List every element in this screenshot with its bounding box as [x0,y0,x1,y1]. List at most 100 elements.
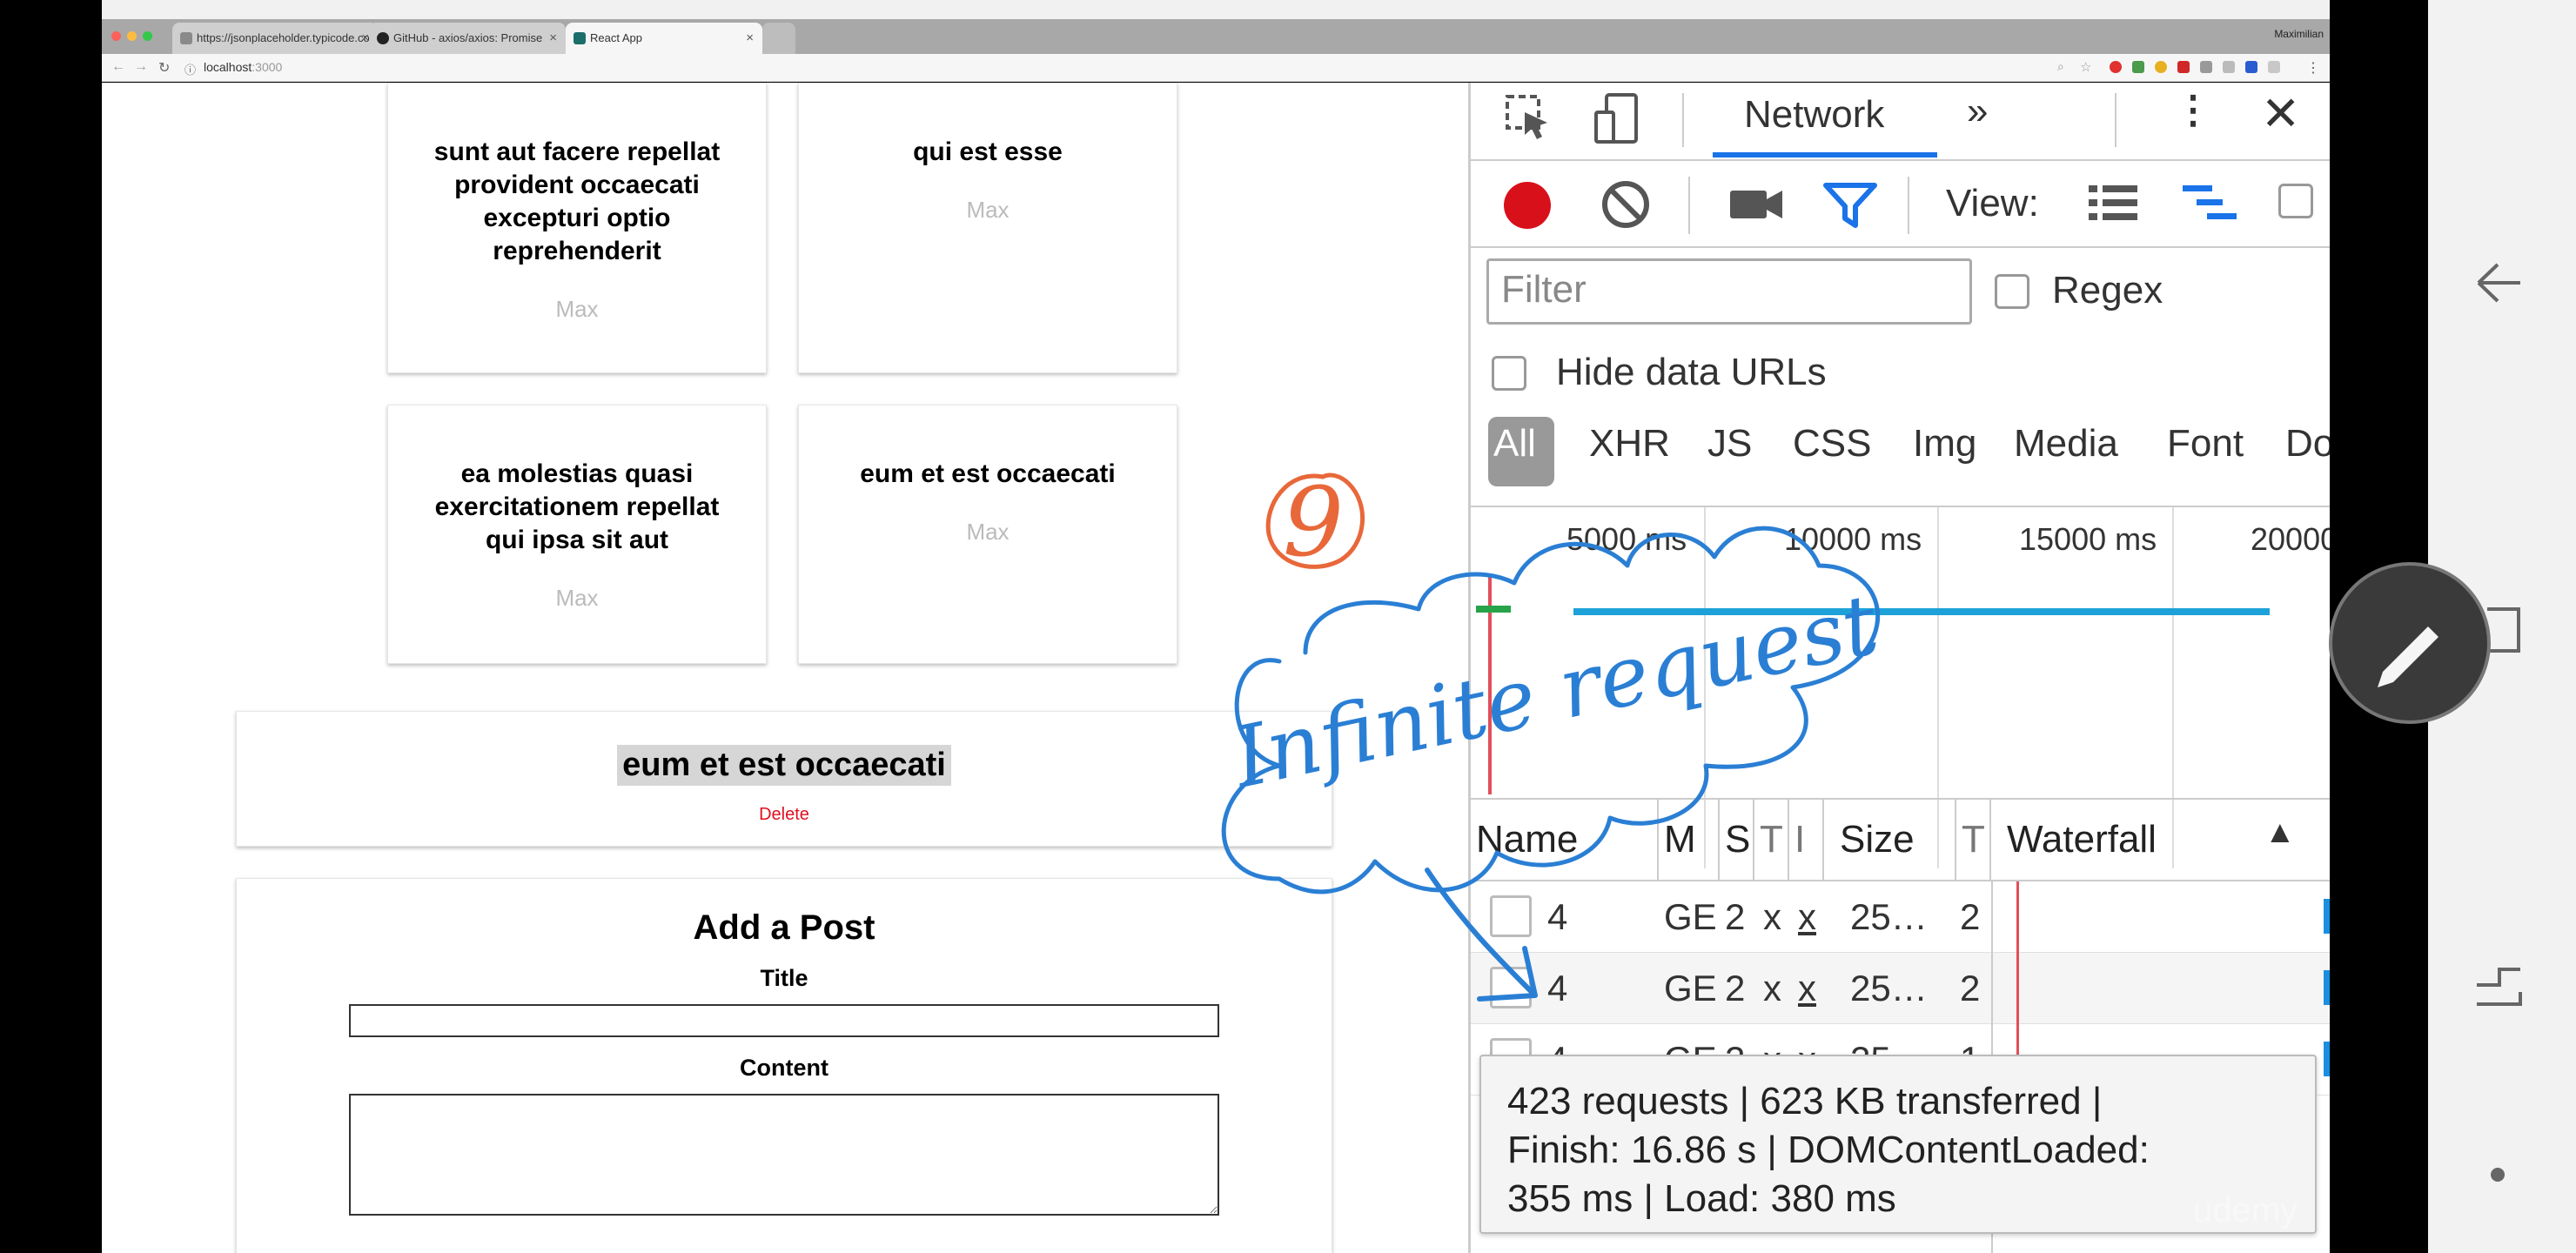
close-icon[interactable]: × [361,23,369,54]
type-filter-img[interactable]: Img [1913,422,1976,466]
group-by-frame-checkbox[interactable] [2278,184,2313,218]
post-title: qui est esse [913,137,1063,166]
screenshot-camera-icon[interactable] [1728,185,1784,224]
more-tabs-icon[interactable]: » [1967,90,1988,133]
forward-icon[interactable]: → [134,59,148,75]
type-filter-all[interactable]: All [1493,422,1536,466]
url-field[interactable]: localhost:3000 [204,60,282,74]
waterfall-bar [2324,970,2330,1005]
column-initiator[interactable]: I [1789,798,1824,881]
post-title: ea molestias quasi exercitationem repell… [434,459,720,554]
post-card[interactable]: eum et est occaecati Max [798,405,1177,664]
close-icon[interactable]: × [746,23,754,54]
title-input[interactable] [349,1004,1219,1037]
cell-size: 25… [1850,968,1928,1008]
tab-jsonplaceholder[interactable]: https://jsonplaceholder.typicode.com × [172,23,378,54]
close-window-button[interactable] [111,31,121,41]
record-icon[interactable] [1500,178,1554,232]
assist-dot-icon[interactable] [2489,1166,2506,1183]
tab-label: React App [590,31,642,44]
post-author: Max [966,197,1010,223]
large-rows-icon[interactable] [2087,182,2139,225]
type-filter-css[interactable]: CSS [1793,422,1871,466]
cell-status: 2 [1725,896,1746,937]
post-card[interactable]: qui est esse Max [798,83,1177,373]
url-port: :3000 [252,60,283,74]
content-textarea[interactable] [349,1094,1219,1216]
cell-method: GET [1664,896,1716,937]
column-size[interactable]: Size [1824,798,1956,881]
address-bar [102,54,2330,82]
profile-name[interactable]: Maximilian [2274,28,2324,40]
tab-github[interactable]: GitHub - axios/axios: Promise × [369,23,566,54]
extension-icon[interactable] [2155,61,2167,73]
post-author: Max [966,519,1010,545]
star-icon[interactable]: ☆ [2080,59,2091,75]
zoom-icon[interactable]: ⌕ [2057,59,2064,74]
reload-icon[interactable]: ↻ [158,59,170,77]
cell-initiator[interactable]: x [1798,953,1816,1024]
regex-checkbox[interactable] [1995,274,2029,309]
inspect-element-icon[interactable] [1504,93,1553,142]
post-card[interactable]: sunt aut facere repellat provident occae… [387,83,767,373]
extension-icon[interactable] [2268,61,2280,73]
close-devtools-icon[interactable]: ✕ [2261,86,2300,141]
filter-input[interactable]: Filter [1486,258,1972,325]
clear-icon[interactable] [1600,178,1652,231]
hide-data-urls-checkbox[interactable] [1492,356,1526,391]
timeline-tick: 5000 ms [1566,521,1687,557]
cell-size: 25… [1850,896,1928,937]
post-card[interactable]: ea molestias quasi exercitationem repell… [387,405,767,664]
extension-icon[interactable] [2200,61,2212,73]
delete-button[interactable]: Delete [237,805,1332,825]
type-filter-font[interactable]: Font [2167,422,2244,466]
pen-tool-button[interactable] [2329,562,2491,724]
column-status[interactable]: S [1720,798,1754,881]
new-tab-button[interactable] [762,23,795,54]
device-toolbar-icon[interactable] [1594,91,1647,145]
kebab-menu-icon[interactable]: ⋮ [2174,88,2212,132]
window-top-strip [102,0,2330,19]
waterfall-marker [2016,881,2019,953]
maximize-window-button[interactable] [143,31,152,41]
cell-initiator[interactable]: x [1798,881,1816,953]
extension-icon[interactable] [2223,61,2235,73]
full-post: eum et est occaecati Delete [236,711,1332,847]
tab-react-app[interactable]: React App × [566,23,762,54]
cell-time: 2 [1960,896,1981,937]
table-row[interactable]: 4 GET 2 x x 25… 2 [1471,953,2330,1024]
tab-label: GitHub - axios/axios: Promise [393,31,543,44]
type-filter-xhr[interactable]: XHR [1589,422,1670,466]
home-back-icon[interactable] [2473,957,2526,1015]
filter-icon[interactable] [1822,180,1878,231]
close-icon[interactable]: × [549,23,557,54]
type-filter-js[interactable]: JS [1707,422,1752,466]
title-label: Title [760,965,808,991]
back-icon[interactable]: ← [111,59,125,75]
separator [1908,177,1909,234]
full-post-title: eum et est occaecati [617,745,951,786]
extension-icon[interactable] [2132,61,2144,73]
table-row[interactable]: 4 GET 2 x x 25… 2 [1471,881,2330,953]
column-method[interactable]: M [1659,798,1720,881]
add-post-form: Add a Post Title Content [236,878,1332,1253]
menu-icon[interactable]: ⋮ [2306,59,2320,77]
back-arrow-icon[interactable] [2473,252,2526,313]
extension-icon[interactable] [2110,61,2122,73]
post-author: Max [555,296,599,322]
type-filter-doc[interactable]: Doc [2285,422,2330,466]
separator [1688,177,1690,234]
tab-network[interactable]: Network [1744,93,1884,137]
extension-icon[interactable] [2245,61,2257,73]
active-tab-indicator [1713,152,1937,157]
extension-icon[interactable] [2177,61,2190,73]
minimize-window-button[interactable] [127,31,137,41]
column-type[interactable]: T [1754,798,1789,881]
info-icon[interactable]: ⓘ [184,61,196,77]
column-name[interactable]: Name [1471,798,1659,881]
overview-icon[interactable] [2181,182,2238,225]
type-filter-media[interactable]: Media [2014,422,2118,466]
cell-method: GET [1664,968,1716,1008]
network-summary-tooltip: 423 requests | 623 KB transferred | Fini… [1479,1055,2317,1234]
column-time[interactable]: T [1956,798,1991,881]
